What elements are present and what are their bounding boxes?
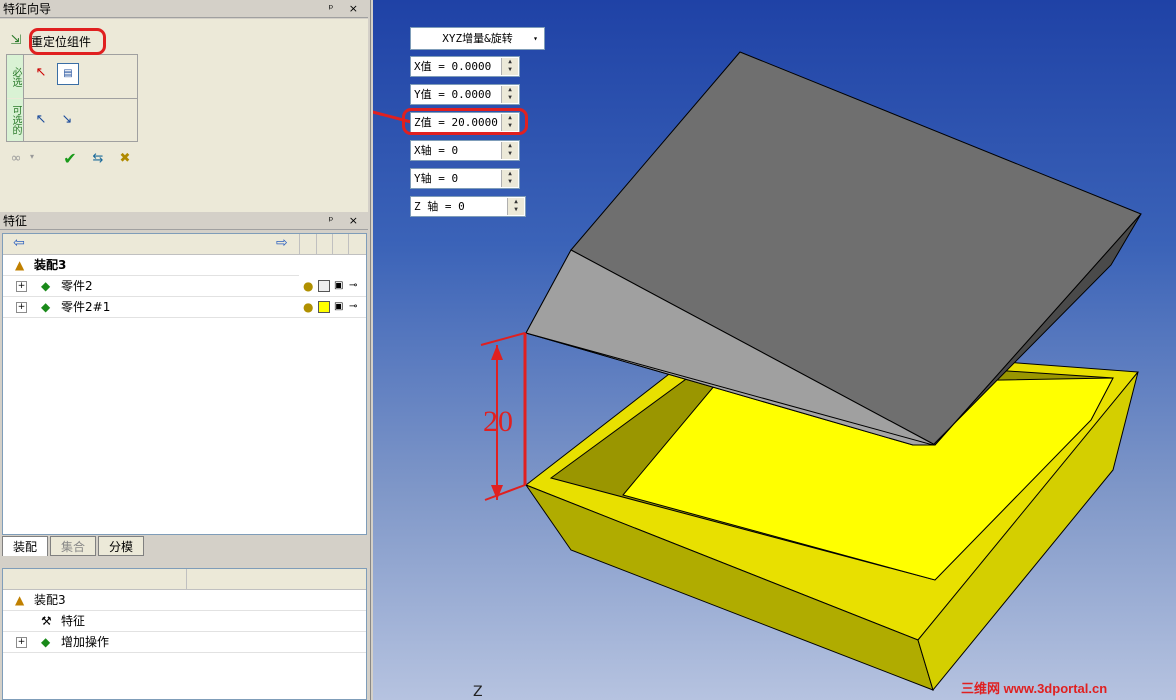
lightbulb-icon[interactable]: ●: [303, 276, 313, 296]
x-axis-spinner[interactable]: ▲ ▼: [501, 142, 518, 159]
dimension-label: 20: [483, 405, 513, 438]
back-arrow-icon[interactable]: ⇦: [13, 235, 25, 251]
tab-assembly[interactable]: 装配: [2, 536, 48, 556]
assembly-root-label: 装配3: [34, 593, 66, 607]
ok-check-icon[interactable]: ✔: [60, 149, 80, 169]
transform-dialog-icon[interactable]: ▤: [57, 63, 79, 85]
3d-viewport[interactable]: 20 Z XYZ增量&旋转 ▾ X值 = 0.0000 ▲ ▼ Y值 = 0.00…: [373, 0, 1176, 700]
feature-tools-icon: ⚒: [41, 614, 52, 628]
x-axis-field[interactable]: X轴 = 0 ▲ ▼: [410, 140, 520, 161]
link-icon[interactable]: ⊸: [349, 276, 357, 296]
step-label-highlight: [29, 28, 106, 55]
assembly-icon: ▲: [15, 593, 25, 607]
assembly-root-row[interactable]: ▲ 装配3: [3, 590, 366, 611]
reposition-icon: ⇲: [10, 33, 22, 48]
color-swatch[interactable]: [318, 301, 330, 313]
transform-mode-dropdown[interactable]: XYZ增量&旋转 ▾: [410, 27, 545, 50]
dimension-extension-top: [480, 332, 526, 346]
optional-tab[interactable]: 可选的: [7, 99, 24, 141]
x-value-text: X值 = 0.0000: [414, 60, 492, 73]
features-titlebar: 特征 ᵖ ×: [0, 212, 368, 230]
lightbulb-icon[interactable]: ●: [303, 297, 313, 317]
tree-row[interactable]: + ◆ 零件2 ● ▣ ⊸: [3, 276, 366, 297]
expand-icon[interactable]: +: [16, 302, 27, 313]
expand-icon[interactable]: +: [16, 637, 27, 648]
watermark: 三维网 www.3dportal.cn: [961, 681, 1108, 696]
apply-icon[interactable]: ⇆: [88, 149, 108, 169]
assembly-row[interactable]: ⚒ 特征: [3, 611, 366, 632]
assembly-row[interactable]: + ◆ 增加操作: [3, 632, 366, 653]
feature-wizard-pin-close[interactable]: ᵖ ×: [329, 0, 364, 18]
y-axis-field[interactable]: Y轴 = 0 ▲ ▼: [410, 168, 520, 189]
add-operation-icon: ◆: [41, 635, 51, 649]
assembly-row-label: 特征: [61, 614, 86, 628]
features-title: 特征: [3, 214, 28, 228]
axis-hint: Z: [473, 684, 483, 700]
tab-split-mold[interactable]: 分模: [98, 536, 144, 556]
tree-row[interactable]: + ◆ 零件2#1 ● ▣ ⊸: [3, 297, 366, 318]
forward-arrow-icon[interactable]: ⇨: [276, 235, 288, 251]
col-sep: [299, 234, 300, 254]
scene-svg: [373, 51, 1142, 692]
binoculars-icon[interactable]: ∞: [6, 149, 26, 169]
cancel-icon[interactable]: ✖: [115, 149, 135, 169]
pick-direction-icon[interactable]: ↘: [57, 110, 77, 130]
select-component-icon[interactable]: ↖: [31, 63, 51, 83]
assembly-tree: ▲ 装配3 ⚒ 特征 + ◆ 增加操作: [2, 568, 367, 700]
dropdown-arrow-icon[interactable]: ▾: [30, 152, 34, 161]
tab-set[interactable]: 集合: [50, 536, 96, 556]
pick-point-icon[interactable]: ↖: [31, 110, 51, 130]
render-mode-icon[interactable]: ▣: [334, 276, 343, 296]
left-dock: 特征向导 ᵖ × ⇲ 重定位组件 必选 可选的 ↖ ▤ ↖ ↘ ∞ ▾ ✔ ⇆ …: [0, 0, 371, 700]
feature-tree-header: ⇦ ⇨: [3, 234, 366, 255]
link-icon[interactable]: ⊸: [349, 297, 357, 317]
part-icon: ◆: [41, 300, 51, 314]
dimension-extension-bottom: [484, 484, 526, 501]
dimension-arrowhead-up: [491, 345, 503, 360]
col-sep: [348, 234, 349, 254]
render-mode-icon[interactable]: ▣: [334, 297, 343, 317]
feature-tree: ⇦ ⇨ ▲ 装配3 + ◆ 零件2 ● ▣ ⊸ + ◆ 零件2#1 ● ▣ ⊸: [2, 233, 367, 535]
part-icon: ◆: [41, 279, 51, 293]
chevron-down-icon[interactable]: ▾: [533, 28, 538, 49]
assembly-icon: ▲: [15, 258, 25, 272]
col-sep: [186, 569, 187, 589]
step-options-box: 必选 可选的 ↖ ▤ ↖ ↘: [6, 54, 138, 142]
y-value-field[interactable]: Y值 = 0.0000 ▲ ▼: [410, 84, 520, 105]
col-sep: [332, 234, 333, 254]
y-axis-spinner[interactable]: ▲ ▼: [501, 170, 518, 187]
z-axis-text: Z 轴 = 0: [414, 200, 465, 213]
tree-row-label: 零件2#1: [61, 300, 111, 314]
y-value-spinner[interactable]: ▲ ▼: [501, 86, 518, 103]
x-value-spinner[interactable]: ▲ ▼: [501, 58, 518, 75]
y-axis-text: Y轴 = 0: [414, 172, 459, 185]
z-axis-spinner[interactable]: ▲ ▼: [507, 198, 524, 215]
feature-wizard-title: 特征向导: [3, 2, 52, 16]
y-value-text: Y值 = 0.0000: [414, 88, 492, 101]
color-swatch[interactable]: [318, 280, 330, 292]
tree-root-label: 装配3: [34, 258, 67, 272]
tree-row-label: 零件2: [61, 279, 93, 293]
expand-icon[interactable]: +: [16, 281, 27, 292]
required-tab[interactable]: 必选: [7, 55, 24, 98]
tree-root-row[interactable]: ▲ 装配3: [3, 255, 299, 276]
divider: [23, 98, 137, 99]
transform-mode-value: XYZ增量&旋转: [442, 32, 513, 45]
z-axis-field[interactable]: Z 轴 = 0 ▲ ▼: [410, 196, 526, 217]
x-value-field[interactable]: X值 = 0.0000 ▲ ▼: [410, 56, 520, 77]
assembly-tree-header: [3, 569, 366, 590]
features-pin-close[interactable]: ᵖ ×: [329, 212, 364, 230]
assembly-row-label: 增加操作: [61, 635, 110, 649]
x-axis-text: X轴 = 0: [414, 144, 459, 157]
col-sep: [316, 234, 317, 254]
z-field-highlight: [402, 108, 528, 135]
feature-wizard-titlebar: 特征向导 ᵖ ×: [0, 0, 368, 18]
